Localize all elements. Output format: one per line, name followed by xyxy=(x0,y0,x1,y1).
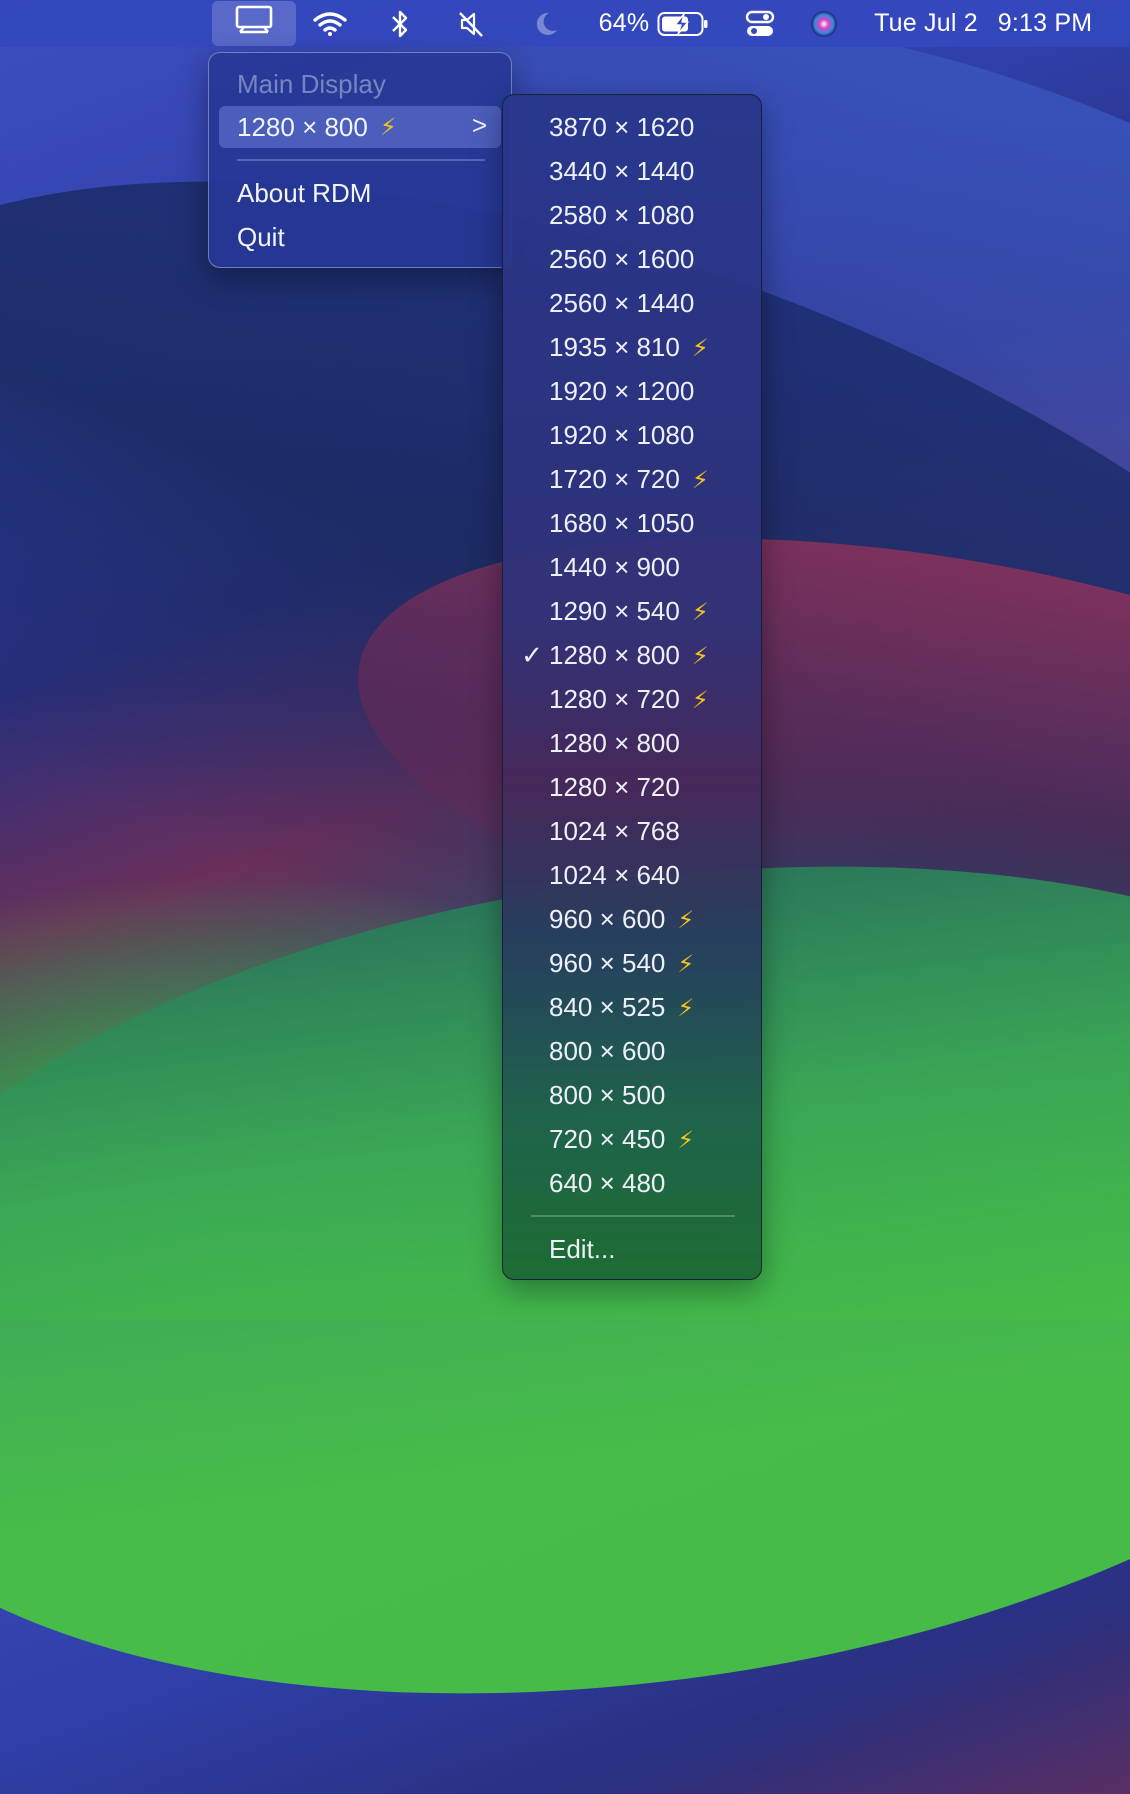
resolution-text: 1920 × 1200 xyxy=(549,375,695,406)
resolution-text: 2560 × 1600 xyxy=(549,243,695,274)
resolution-label: 960 × 540 ⚡ xyxy=(549,948,694,979)
resolution-text: 960 × 540 xyxy=(549,947,666,978)
resolution-text: 840 × 525 xyxy=(549,991,666,1022)
resolution-text: 1280 × 800 xyxy=(549,727,680,758)
resolution-submenu: 3870 × 1620 3440 × 1440 2580 × 1080 2560 × … xyxy=(502,94,762,1280)
resolution-label: 1280 × 720 ⚡ xyxy=(549,684,709,715)
bolt-icon: ⚡ xyxy=(677,906,695,934)
resolution-label: 3870 × 1620 xyxy=(549,112,706,143)
resolution-text: 1280 × 720 xyxy=(549,683,680,714)
resolution-label: 720 × 450 ⚡ xyxy=(549,1124,694,1155)
menubar-date[interactable]: Tue Jul 2 xyxy=(866,0,986,47)
bolt-icon: ⚡ xyxy=(691,466,709,494)
resolution-label: 800 × 600 xyxy=(549,1036,677,1067)
siri-icon[interactable] xyxy=(806,0,842,47)
resolution-text: 1290 × 540 xyxy=(549,595,680,626)
resolution-text: 1720 × 720 xyxy=(549,463,680,494)
resolution-text: 3870 × 1620 xyxy=(549,111,695,142)
bluetooth-icon[interactable] xyxy=(385,0,415,47)
about-rdm-item[interactable]: About RDM xyxy=(219,172,501,214)
current-resolution-label: 1280 × 800 xyxy=(237,111,368,142)
menu-bar: 64% Tue Jul 2 9:13 PM xyxy=(0,0,1130,47)
rdm-menu-extra[interactable] xyxy=(212,1,296,46)
chevron-right-icon: > xyxy=(471,110,487,140)
resolution-label: 2580 × 1080 xyxy=(549,200,706,231)
checkmark-icon: ✓ xyxy=(521,639,543,670)
resolution-text: 2580 × 1080 xyxy=(549,199,695,230)
resolution-label: 1440 × 900 xyxy=(549,552,692,583)
resolution-text: 1920 × 1080 xyxy=(549,419,695,450)
bolt-icon: ⚡ xyxy=(677,950,695,978)
resolution-label: 800 × 500 xyxy=(549,1080,677,1111)
menu-separator xyxy=(237,159,485,161)
resolution-text: 800 × 600 xyxy=(549,1035,666,1066)
bolt-icon: ⚡ xyxy=(691,598,709,626)
resolution-text: 1440 × 900 xyxy=(549,551,680,582)
resolution-label: 1935 × 810 ⚡ xyxy=(549,332,709,363)
resolution-label: 1920 × 1200 xyxy=(549,376,706,407)
resolution-label: 640 × 480 xyxy=(549,1168,677,1199)
battery-percent: 64% xyxy=(598,9,650,37)
resolution-label: 1920 × 1080 xyxy=(549,420,706,451)
resolution-label: 1290 × 540 ⚡ xyxy=(549,596,709,627)
resolution-text: 1280 × 720 xyxy=(549,771,680,802)
menu-separator xyxy=(531,1215,735,1217)
resolution-label: 840 × 525 ⚡ xyxy=(549,992,694,1023)
bolt-icon: ⚡ xyxy=(691,686,709,714)
mute-icon[interactable] xyxy=(453,0,489,47)
resolution-text: 640 × 480 xyxy=(549,1167,666,1198)
edit-label: Edit... xyxy=(549,1233,616,1264)
bolt-icon: ⚡ xyxy=(379,113,397,141)
resolution-text: 3440 × 1440 xyxy=(549,155,695,186)
battery-icon[interactable] xyxy=(656,0,710,47)
resolution-text: 1024 × 640 xyxy=(549,859,680,890)
bolt-icon: ⚡ xyxy=(691,334,709,362)
resolution-label: 960 × 600 ⚡ xyxy=(549,904,694,935)
resolution-label: 1024 × 768 xyxy=(549,816,692,847)
resolution-text: 2560 × 1440 xyxy=(549,287,695,318)
current-resolution-item[interactable]: 1280 × 800 ⚡ > xyxy=(219,106,501,148)
resolution-text: 960 × 600 xyxy=(549,903,666,934)
resolution-label: 1280 × 800 xyxy=(549,728,692,759)
menu-header-main-display: Main Display xyxy=(237,68,386,99)
resolution-text: 1280 × 800 xyxy=(549,639,680,670)
wifi-icon[interactable] xyxy=(310,0,350,47)
resolution-label: 1680 × 1050 xyxy=(549,508,706,539)
resolution-label: 3440 × 1440 xyxy=(549,156,706,187)
moon-icon[interactable] xyxy=(530,0,562,47)
resolution-text: 1024 × 768 xyxy=(549,815,680,846)
rdm-main-menu: Main Display 1280 × 800 ⚡ > About RDM Qu… xyxy=(208,52,512,268)
resolution-label: 1720 × 720 ⚡ xyxy=(549,464,709,495)
quit-item[interactable]: Quit xyxy=(219,216,501,258)
resolution-label: 1280 × 720 xyxy=(549,772,692,803)
resolution-label: 1280 × 800 ⚡ xyxy=(549,640,709,671)
resolution-label: 2560 × 1440 xyxy=(549,288,706,319)
resolution-text: 1680 × 1050 xyxy=(549,507,695,538)
resolution-label: 2560 × 1600 xyxy=(549,244,706,275)
control-center-icon[interactable] xyxy=(742,0,778,47)
resolution-text: 720 × 450 xyxy=(549,1123,666,1154)
bolt-icon: ⚡ xyxy=(677,1126,695,1154)
resolution-label: 1024 × 640 xyxy=(549,860,692,891)
bolt-icon: ⚡ xyxy=(691,642,709,670)
resolution-text: 1935 × 810 xyxy=(549,331,680,362)
bolt-icon: ⚡ xyxy=(677,994,695,1022)
menubar-time[interactable]: 9:13 PM xyxy=(990,0,1100,47)
resolution-text: 800 × 500 xyxy=(549,1079,666,1110)
display-icon xyxy=(235,5,273,42)
